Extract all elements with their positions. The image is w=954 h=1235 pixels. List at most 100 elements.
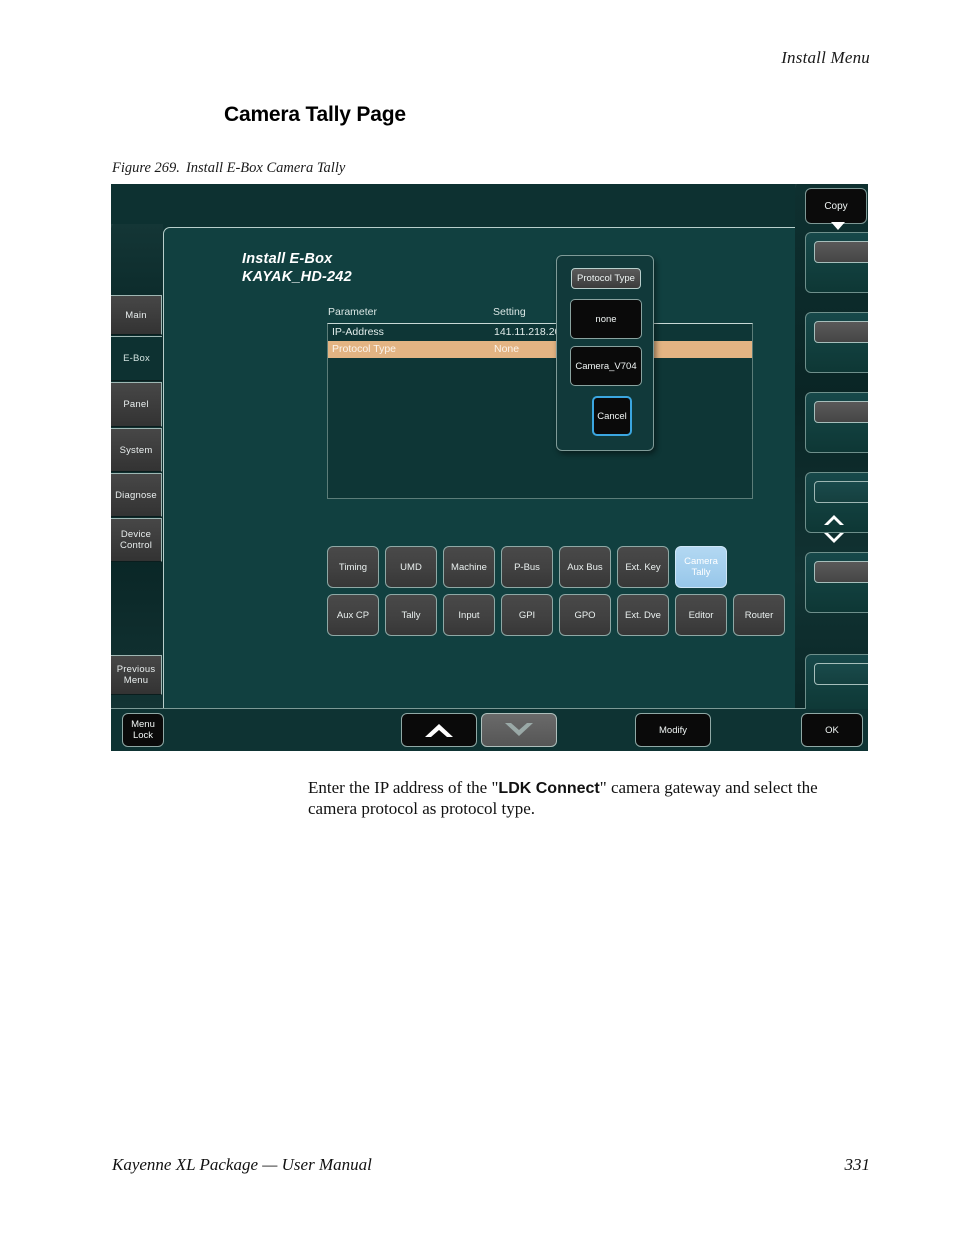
figure-caption: Figure 269. Install E-Box Camera Tally [112, 160, 345, 177]
screen-upper-region: Main E-Box Panel System Diagnose Device … [111, 184, 868, 709]
function-button-ext-key[interactable]: Ext. Key [617, 546, 669, 588]
popup-option-label: Camera_V704 [575, 360, 637, 372]
row-parameter-name: Protocol Type [332, 343, 397, 355]
function-button-label: Ext. Dve [625, 609, 661, 621]
figure-caption-text: Install E-Box Camera Tally [185, 160, 346, 176]
function-button-umd[interactable]: UMD [385, 546, 437, 588]
function-button-label: GPO [574, 609, 596, 621]
soft-knob-display [814, 663, 868, 685]
sidebar-item-e-box[interactable]: E-Box [111, 336, 162, 381]
function-button-label: Timing [338, 561, 368, 573]
function-button-label: GPI [518, 609, 536, 621]
soft-knob-3[interactable] [805, 392, 868, 453]
function-button-label: Input [458, 609, 480, 621]
menu-lock-button[interactable]: Menu Lock [122, 713, 164, 747]
soft-knob-6[interactable] [805, 654, 868, 709]
card-title-line2: KAYAK_HD-242 [242, 269, 352, 285]
footer-page-number: 331 [844, 1155, 871, 1174]
function-button-label: Machine [451, 561, 487, 573]
sidebar-item-main[interactable]: Main [111, 295, 162, 335]
row-parameter-value: None [494, 343, 520, 355]
popup-option-label: none [595, 313, 617, 325]
function-button-camera-tally[interactable]: Camera Tally [675, 546, 727, 588]
function-button-router[interactable]: Router [733, 594, 785, 636]
sidebar-item-label: Diagnose [115, 489, 157, 501]
function-button-label: Router [744, 609, 774, 621]
scroll-up-button[interactable] [401, 713, 477, 747]
sidebar-item-previous-menu[interactable]: Previous Menu [111, 655, 162, 695]
right-soft-knob-rail: Copy [795, 184, 868, 709]
parameter-table[interactable]: IP-Address 141.11.218.201 Protocol Type … [327, 323, 753, 499]
protocol-type-popup: Protocol Type none Camera_V704 Cancel [556, 255, 654, 451]
ok-button-label: OK [825, 724, 839, 736]
popup-option-camera-v704[interactable]: Camera_V704 [570, 346, 642, 386]
body-text-before: Enter the IP address of the " [308, 778, 499, 797]
popup-title: Protocol Type [571, 268, 641, 289]
function-button-label: Aux CP [336, 609, 370, 621]
function-button-timing[interactable]: Timing [327, 546, 379, 588]
function-button-gpo[interactable]: GPO [559, 594, 611, 636]
ok-button[interactable]: OK [801, 713, 863, 747]
sidebar-item-diagnose[interactable]: Diagnose [111, 473, 162, 517]
soft-knob-display [814, 481, 868, 503]
copy-button-label: Copy [824, 200, 848, 212]
function-button-ext-dve[interactable]: Ext. Dve [617, 594, 669, 636]
sidebar-item-device-control[interactable]: Device Control [111, 518, 162, 562]
sidebar-item-panel[interactable]: Panel [111, 382, 162, 427]
sidebar-item-label: E-Box [123, 353, 150, 364]
install-ebox-card: Install E-Box KAYAK_HD-242 Parameter Set… [163, 227, 804, 709]
function-button-gpi[interactable]: GPI [501, 594, 553, 636]
function-button-tally[interactable]: Tally [385, 594, 437, 636]
page-footer: Kayenne XL Package — User Manual 331 [112, 1155, 870, 1175]
function-button-label: UMD [400, 561, 422, 573]
cancel-button[interactable]: Cancel [592, 396, 632, 436]
bottom-toolbar: Menu Lock Modify OK [111, 708, 868, 751]
function-button-p-bus[interactable]: P-Bus [501, 546, 553, 588]
popup-option-none[interactable]: none [570, 299, 642, 339]
soft-knob-display [814, 241, 868, 263]
function-button-label: Editor [688, 609, 714, 621]
function-button-input[interactable]: Input [443, 594, 495, 636]
function-button-label: Aux Bus [567, 561, 603, 573]
column-header-parameter: Parameter [328, 306, 378, 318]
column-header-setting: Setting [493, 306, 526, 318]
body-text-emphasis: LDK Connect [498, 780, 600, 797]
sidebar-item-label: Device Control [119, 529, 153, 551]
caret-down-icon [831, 222, 845, 230]
sidebar-item-label: Panel [123, 399, 149, 410]
function-button-aux-bus[interactable]: Aux Bus [559, 546, 611, 588]
cancel-button-label: Cancel [597, 410, 627, 422]
function-button-label: Ext. Key [625, 561, 661, 573]
sidebar-item-label: System [119, 444, 153, 456]
device-screenshot: Main E-Box Panel System Diagnose Device … [111, 184, 868, 751]
soft-knob-display [814, 561, 868, 583]
function-button-label: Camera Tally [684, 556, 718, 578]
soft-knob-display [814, 401, 868, 423]
footer-manual-name: Kayenne XL Package — User Manual [112, 1155, 372, 1174]
soft-knob-5[interactable] [805, 552, 868, 613]
card-title-line1: Install E-Box [242, 251, 333, 267]
scroll-down-button[interactable] [481, 713, 557, 747]
sidebar-item-system[interactable]: System [111, 428, 162, 472]
function-button-machine[interactable]: Machine [443, 546, 495, 588]
figure-number: Figure 269. [112, 160, 180, 176]
table-row[interactable]: IP-Address 141.11.218.201 [328, 324, 752, 341]
parameter-table-header: Parameter Setting [328, 306, 753, 322]
chevron-up-icon [425, 724, 453, 737]
card-title: Install E-Box KAYAK_HD-242 [242, 250, 352, 286]
soft-knob-display [814, 321, 868, 343]
body-paragraph: Enter the IP address of the "LDK Connect… [308, 778, 868, 819]
copy-button[interactable]: Copy [805, 188, 867, 224]
sidebar-item-label: Main [125, 309, 147, 321]
function-button-label: P-Bus [514, 561, 540, 573]
modify-button[interactable]: Modify [635, 713, 711, 747]
page-title: Camera Tally Page [224, 103, 406, 126]
running-head: Install Menu [781, 48, 870, 67]
soft-knob-1[interactable] [805, 232, 868, 293]
function-button-aux-cp[interactable]: Aux CP [327, 594, 379, 636]
soft-knob-2[interactable] [805, 312, 868, 373]
table-row-selected[interactable]: Protocol Type None [328, 341, 752, 358]
menu-lock-label: Menu Lock [131, 719, 155, 741]
function-button-editor[interactable]: Editor [675, 594, 727, 636]
up-down-chevron-icon [824, 515, 844, 543]
